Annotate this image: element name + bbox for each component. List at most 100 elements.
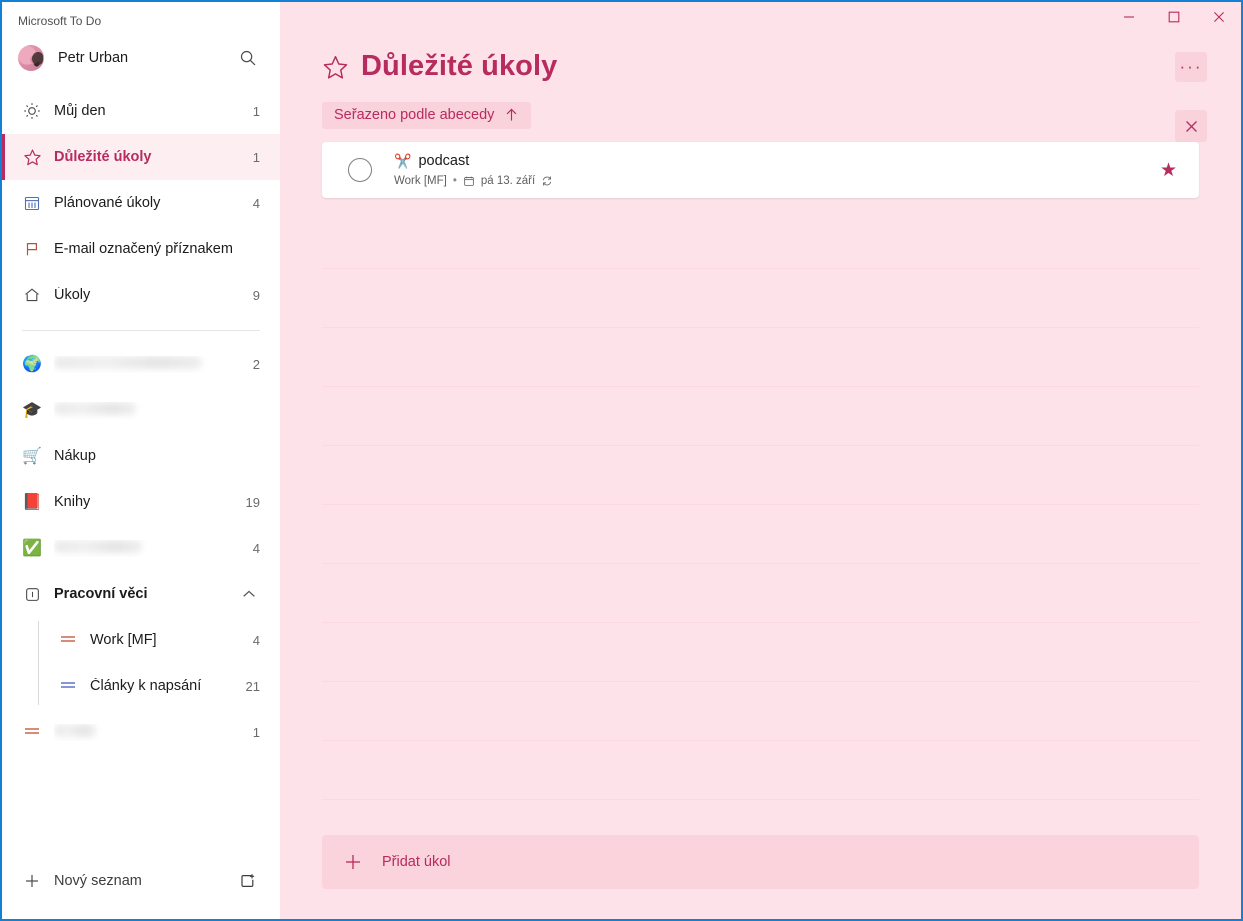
sidebar-item-my-day[interactable]: Můj den 1	[2, 88, 280, 134]
sidebar-item-label	[54, 401, 252, 419]
task-title: podcast	[418, 153, 470, 169]
row-line	[322, 328, 1199, 387]
arrow-up-icon[interactable]	[504, 107, 519, 122]
selection-bar	[2, 272, 5, 318]
plus-icon	[18, 872, 46, 890]
sidebar-item-label	[54, 355, 245, 373]
list-lines-icon	[18, 725, 46, 739]
sidebar-item-label: Plánované úkoly	[54, 195, 161, 211]
selection-bar	[2, 433, 5, 479]
check-mark-emoji-icon: ✅	[22, 540, 42, 557]
scissors-emoji-icon: ✂️	[394, 153, 412, 169]
sidebar-item-count: 4	[252, 632, 260, 648]
sidebar-item-important[interactable]: Důležité úkoly 1	[2, 134, 280, 180]
app-window: Microsoft To Do Petr Urban Můj den 1 Důl…	[0, 0, 1243, 921]
sort-chip-label: Seřazeno podle abecedy	[334, 106, 495, 123]
row-line	[322, 800, 1199, 835]
sidebar-item-count: 1	[252, 149, 260, 165]
task-title-row: ✂️ podcast	[394, 152, 1160, 170]
sidebar-item-label: Úkoly	[54, 287, 91, 303]
list-item-redacted-4[interactable]: 1	[2, 709, 280, 755]
list-lines-icon	[54, 633, 82, 647]
add-task-label: Přidat úkol	[382, 854, 451, 870]
window-titlebar	[280, 2, 1241, 38]
globe-emoji-icon: 🌍	[22, 356, 42, 373]
shopping-cart-emoji-icon: 🛒	[22, 448, 42, 465]
page-title-text: Důležité úkoly	[361, 49, 558, 82]
list-item-redacted-3[interactable]: ✅ 4	[2, 525, 280, 571]
more-options-button[interactable]: ···	[1175, 52, 1207, 82]
chevron-up-icon[interactable]	[238, 583, 260, 605]
maximize-button[interactable]	[1151, 2, 1196, 32]
row-line	[322, 623, 1199, 682]
star-icon	[322, 54, 349, 81]
toolbar-row: Seřazeno podle abecedy	[322, 100, 1201, 130]
group-children: Work [MF] 4 Články k napsání 21	[2, 617, 280, 709]
task-row[interactable]: ✂️ podcast Work [MF] • pá 13. září ★	[322, 142, 1199, 198]
task-content: ✂️ podcast Work [MF] • pá 13. září	[394, 152, 1160, 188]
star-filled-icon[interactable]: ★	[1160, 161, 1177, 180]
add-task-button[interactable]: Přidat úkol	[322, 835, 1199, 889]
smart-list-section: Můj den 1 Důležité úkoly 1 Plánované úko…	[2, 80, 280, 318]
home-icon	[18, 286, 46, 304]
sidebar-item-count: 4	[252, 540, 260, 556]
selection-bar	[2, 387, 5, 433]
sidebar-item-label: Nákup	[54, 448, 96, 464]
list-item-redacted-2[interactable]: 🎓	[2, 387, 280, 433]
sidebar-item-label	[54, 539, 245, 557]
sidebar-item-tasks[interactable]: Úkoly 9	[2, 272, 280, 318]
new-list-label: Nový seznam	[54, 873, 142, 889]
sidebar-item-count: 4	[252, 195, 260, 211]
list-group-pracovni-veci[interactable]: Pracovní věci	[2, 571, 280, 617]
selection-bar	[2, 571, 5, 617]
list-lines-icon	[54, 679, 82, 693]
selection-bar	[2, 617, 5, 663]
list-item-nakup[interactable]: 🛒 Nákup	[2, 433, 280, 479]
selection-bar	[2, 341, 5, 387]
row-line	[322, 446, 1199, 505]
new-list-button[interactable]: Nový seznam	[2, 857, 280, 905]
selection-bar	[2, 134, 5, 180]
sidebar-item-flagged-email[interactable]: E-mail označený příznakem	[2, 226, 280, 272]
close-button[interactable]	[1196, 2, 1241, 32]
row-line	[322, 741, 1199, 800]
meta-separator: •	[452, 175, 457, 187]
minimize-button[interactable]	[1106, 2, 1151, 32]
account-row[interactable]: Petr Urban	[2, 36, 280, 80]
sun-icon	[18, 102, 46, 120]
list-item-clanky-k-napsani[interactable]: Články k napsání 21	[2, 663, 280, 709]
row-line	[322, 387, 1199, 446]
selection-bar	[2, 479, 5, 525]
avatar	[18, 45, 44, 71]
sidebar-item-planned[interactable]: Plánované úkoly 4	[2, 180, 280, 226]
star-icon	[18, 148, 46, 167]
selection-bar	[2, 709, 5, 755]
selection-bar	[2, 226, 5, 272]
list-item-knihy[interactable]: 📕 Knihy 19	[2, 479, 280, 525]
calendar-icon	[463, 175, 475, 187]
selection-bar	[2, 663, 5, 709]
sidebar-footer: Nový seznam	[2, 857, 280, 919]
row-line	[322, 269, 1199, 328]
list-item-work-mf[interactable]: Work [MF] 4	[2, 617, 280, 663]
selection-bar	[2, 525, 5, 571]
sidebar-item-label: Můj den	[54, 103, 106, 119]
user-lists-section: 🌍 2 🎓 🛒 Nákup 📕 Knihy 19 ✅ 4 Pracovní vě…	[2, 341, 280, 755]
sidebar-divider	[22, 330, 260, 331]
flag-icon	[18, 240, 46, 258]
sidebar-item-label: Články k napsání	[90, 678, 202, 694]
main-pane: Důležité úkoly Seřazeno podle abecedy ··…	[280, 2, 1241, 919]
graduation-cap-emoji-icon: 🎓	[22, 402, 42, 419]
book-emoji-icon: 📕	[22, 494, 42, 511]
task-list-name: Work [MF]	[394, 175, 447, 187]
sidebar-item-count: 9	[252, 287, 260, 303]
new-group-icon[interactable]	[234, 867, 262, 895]
sidebar-item-label: E-mail označený příznakem	[54, 241, 233, 257]
sidebar-item-count: 1	[252, 724, 260, 740]
sidebar-item-count: 2	[252, 356, 260, 372]
sidebar-item-count: 1	[252, 103, 260, 119]
search-icon[interactable]	[234, 44, 262, 72]
task-checkbox[interactable]	[348, 158, 372, 182]
sort-chip[interactable]: Seřazeno podle abecedy	[322, 101, 532, 129]
list-item-redacted-1[interactable]: 🌍 2	[2, 341, 280, 387]
